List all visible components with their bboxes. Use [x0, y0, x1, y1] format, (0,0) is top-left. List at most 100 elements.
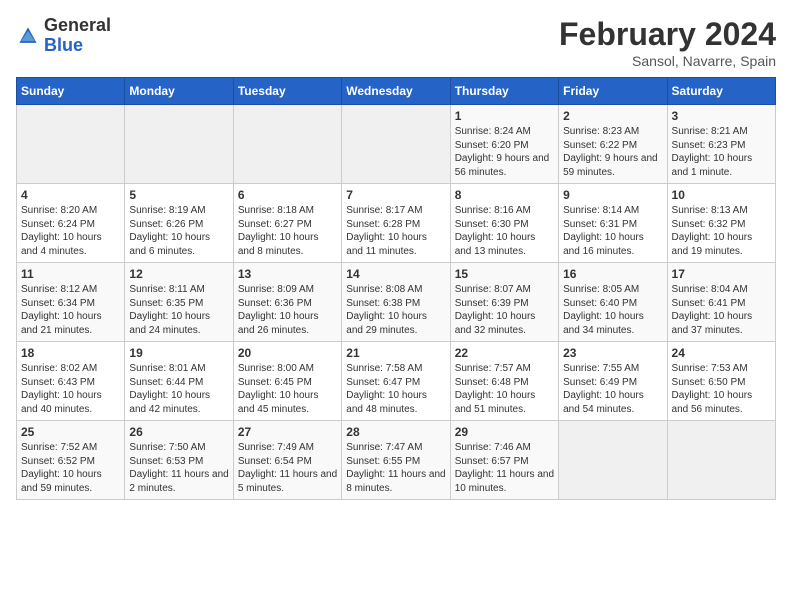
logo: General Blue: [16, 16, 111, 56]
weekday-header: Saturday: [667, 78, 775, 105]
day-info: Sunrise: 8:04 AM Sunset: 6:41 PM Dayligh…: [672, 283, 771, 337]
calendar-week-row: 11 Sunrise: 8:12 AM Sunset: 6:34 PM Dayli…: [17, 263, 776, 342]
day-info: Sunrise: 8:14 AM Sunset: 6:31 PM Dayligh…: [563, 204, 662, 258]
calendar-cell: 5 Sunrise: 8:19 AM Sunset: 6:26 PM Daylig…: [125, 184, 233, 263]
calendar-cell: 20 Sunrise: 8:00 AM Sunset: 6:45 PM Dayli…: [233, 342, 341, 421]
calendar-title: February 2024: [559, 16, 776, 53]
calendar-body: 1 Sunrise: 8:24 AM Sunset: 6:20 PM Daylig…: [17, 105, 776, 500]
calendar-week-row: 4Sunrise: 8:20 AM Sunset: 6:24 PM Daylig…: [17, 184, 776, 263]
day-number: 2: [563, 109, 662, 123]
calendar-cell: 4Sunrise: 8:20 AM Sunset: 6:24 PM Daylig…: [17, 184, 125, 263]
day-info: Sunrise: 8:11 AM Sunset: 6:35 PM Dayligh…: [129, 283, 228, 337]
day-info: Sunrise: 8:09 AM Sunset: 6:36 PM Dayligh…: [238, 283, 337, 337]
calendar-cell: 28Sunrise: 7:47 AM Sunset: 6:55 PM Dayli…: [342, 421, 450, 500]
calendar-table: SundayMondayTuesdayWednesdayThursdayFrid…: [16, 77, 776, 500]
weekday-header: Monday: [125, 78, 233, 105]
calendar-cell: [342, 105, 450, 184]
calendar-cell: 17 Sunrise: 8:04 AM Sunset: 6:41 PM Dayli…: [667, 263, 775, 342]
day-number: 21: [346, 346, 445, 360]
calendar-cell: 23Sunrise: 7:55 AM Sunset: 6:49 PM Dayli…: [559, 342, 667, 421]
day-number: 19: [129, 346, 228, 360]
day-info: Sunrise: 7:50 AM Sunset: 6:53 PM Dayligh…: [129, 441, 228, 495]
day-info: Sunrise: 8:21 AM Sunset: 6:23 PM Dayligh…: [672, 125, 771, 179]
logo-icon: [16, 24, 40, 48]
weekday-row: SundayMondayTuesdayWednesdayThursdayFrid…: [17, 78, 776, 105]
calendar-cell: 14 Sunrise: 8:08 AM Sunset: 6:38 PM Dayli…: [342, 263, 450, 342]
weekday-header: Tuesday: [233, 78, 341, 105]
calendar-cell: [667, 421, 775, 500]
weekday-header: Wednesday: [342, 78, 450, 105]
day-info: Sunrise: 8:12 AM Sunset: 6:34 PM Dayligh…: [21, 283, 120, 337]
day-number: 5: [129, 188, 228, 202]
day-info: Sunrise: 8:07 AM Sunset: 6:39 PM Dayligh…: [455, 283, 554, 337]
day-number: 3: [672, 109, 771, 123]
day-info: Sunrise: 8:00 AM Sunset: 6:45 PM Dayligh…: [238, 362, 337, 416]
calendar-cell: 13 Sunrise: 8:09 AM Sunset: 6:36 PM Dayli…: [233, 263, 341, 342]
day-number: 14: [346, 267, 445, 281]
day-number: 1: [455, 109, 554, 123]
calendar-cell: 18 Sunrise: 8:02 AM Sunset: 6:43 PM Dayli…: [17, 342, 125, 421]
day-info: Sunrise: 7:52 AM Sunset: 6:52 PM Dayligh…: [21, 441, 120, 495]
day-number: 29: [455, 425, 554, 439]
calendar-cell: 7 Sunrise: 8:17 AM Sunset: 6:28 PM Daylig…: [342, 184, 450, 263]
day-number: 25: [21, 425, 120, 439]
day-info: Sunrise: 8:13 AM Sunset: 6:32 PM Dayligh…: [672, 204, 771, 258]
day-number: 9: [563, 188, 662, 202]
day-number: 7: [346, 188, 445, 202]
calendar-cell: 29 Sunrise: 7:46 AM Sunset: 6:57 PM Dayli…: [450, 421, 558, 500]
weekday-header: Friday: [559, 78, 667, 105]
calendar-week-row: 18 Sunrise: 8:02 AM Sunset: 6:43 PM Dayli…: [17, 342, 776, 421]
calendar-cell: 11 Sunrise: 8:12 AM Sunset: 6:34 PM Dayli…: [17, 263, 125, 342]
calendar-cell: 6Sunrise: 8:18 AM Sunset: 6:27 PM Daylig…: [233, 184, 341, 263]
day-info: Sunrise: 8:23 AM Sunset: 6:22 PM Dayligh…: [563, 125, 662, 179]
day-info: Sunrise: 8:08 AM Sunset: 6:38 PM Dayligh…: [346, 283, 445, 337]
calendar-cell: 12 Sunrise: 8:11 AM Sunset: 6:35 PM Dayli…: [125, 263, 233, 342]
day-info: Sunrise: 8:05 AM Sunset: 6:40 PM Dayligh…: [563, 283, 662, 337]
day-number: 17: [672, 267, 771, 281]
day-info: Sunrise: 7:58 AM Sunset: 6:47 PM Dayligh…: [346, 362, 445, 416]
day-number: 28: [346, 425, 445, 439]
day-number: 27: [238, 425, 337, 439]
calendar-cell: 27Sunrise: 7:49 AM Sunset: 6:54 PM Dayli…: [233, 421, 341, 500]
weekday-header: Sunday: [17, 78, 125, 105]
weekday-header: Thursday: [450, 78, 558, 105]
day-info: Sunrise: 7:53 AM Sunset: 6:50 PM Dayligh…: [672, 362, 771, 416]
calendar-cell: 9 Sunrise: 8:14 AM Sunset: 6:31 PM Daylig…: [559, 184, 667, 263]
calendar-cell: 1 Sunrise: 8:24 AM Sunset: 6:20 PM Daylig…: [450, 105, 558, 184]
calendar-cell: 25 Sunrise: 7:52 AM Sunset: 6:52 PM Dayli…: [17, 421, 125, 500]
calendar-cell: [559, 421, 667, 500]
calendar-cell: 15 Sunrise: 8:07 AM Sunset: 6:39 PM Dayli…: [450, 263, 558, 342]
day-number: 13: [238, 267, 337, 281]
day-number: 12: [129, 267, 228, 281]
day-info: Sunrise: 8:19 AM Sunset: 6:26 PM Dayligh…: [129, 204, 228, 258]
day-info: Sunrise: 8:01 AM Sunset: 6:44 PM Dayligh…: [129, 362, 228, 416]
day-info: Sunrise: 7:46 AM Sunset: 6:57 PM Dayligh…: [455, 441, 554, 495]
day-number: 18: [21, 346, 120, 360]
day-info: Sunrise: 7:57 AM Sunset: 6:48 PM Dayligh…: [455, 362, 554, 416]
day-number: 20: [238, 346, 337, 360]
day-number: 22: [455, 346, 554, 360]
calendar-cell: [233, 105, 341, 184]
page-header: General Blue February 2024 Sansol, Navar…: [16, 16, 776, 69]
calendar-week-row: 25 Sunrise: 7:52 AM Sunset: 6:52 PM Dayli…: [17, 421, 776, 500]
day-info: Sunrise: 8:17 AM Sunset: 6:28 PM Dayligh…: [346, 204, 445, 258]
calendar-header: SundayMondayTuesdayWednesdayThursdayFrid…: [17, 78, 776, 105]
calendar-cell: 16 Sunrise: 8:05 AM Sunset: 6:40 PM Dayli…: [559, 263, 667, 342]
day-info: Sunrise: 8:02 AM Sunset: 6:43 PM Dayligh…: [21, 362, 120, 416]
day-number: 15: [455, 267, 554, 281]
calendar-cell: 10 Sunrise: 8:13 AM Sunset: 6:32 PM Dayli…: [667, 184, 775, 263]
title-block: February 2024 Sansol, Navarre, Spain: [559, 16, 776, 69]
day-info: Sunrise: 7:55 AM Sunset: 6:49 PM Dayligh…: [563, 362, 662, 416]
day-number: 11: [21, 267, 120, 281]
logo-general-text: General: [44, 15, 111, 35]
calendar-cell: 3 Sunrise: 8:21 AM Sunset: 6:23 PM Daylig…: [667, 105, 775, 184]
day-info: Sunrise: 8:18 AM Sunset: 6:27 PM Dayligh…: [238, 204, 337, 258]
calendar-cell: 24Sunrise: 7:53 AM Sunset: 6:50 PM Dayli…: [667, 342, 775, 421]
calendar-subtitle: Sansol, Navarre, Spain: [559, 53, 776, 69]
day-info: Sunrise: 8:16 AM Sunset: 6:30 PM Dayligh…: [455, 204, 554, 258]
logo-blue-text: Blue: [44, 35, 83, 55]
day-number: 26: [129, 425, 228, 439]
day-info: Sunrise: 8:24 AM Sunset: 6:20 PM Dayligh…: [455, 125, 554, 179]
day-number: 16: [563, 267, 662, 281]
day-number: 10: [672, 188, 771, 202]
